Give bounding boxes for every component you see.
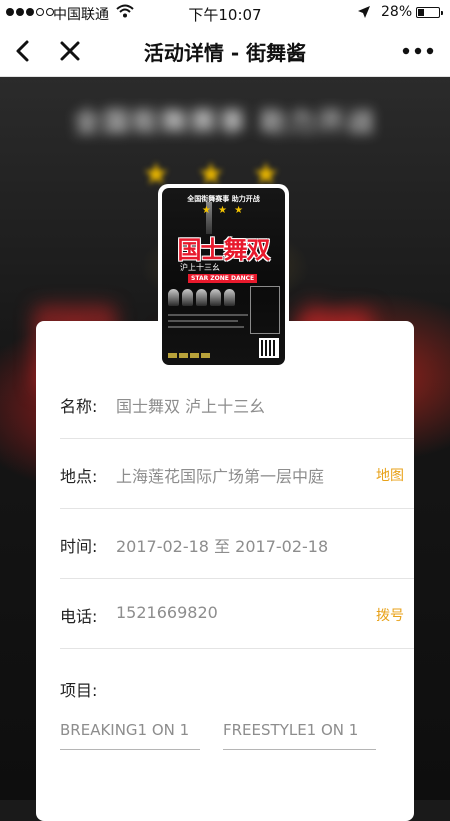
name-label: 名称:: [60, 397, 98, 416]
time-value: 2017-02-18 至 2017-02-18: [116, 537, 329, 556]
poster-subtitle: 沪上十三幺: [180, 263, 220, 272]
map-link[interactable]: 地图: [376, 465, 404, 485]
detail-row-location: 地点: 上海莲花国际广场第一层中庭 地图: [60, 439, 414, 509]
item-tag-breaking[interactable]: BREAKING1 ON 1: [60, 721, 200, 750]
poster-top-text: 全国街舞赛事 助力开战: [187, 195, 260, 203]
time-label: 时间:: [60, 537, 98, 556]
navigation-bar: 活动详情 - 街舞酱: [0, 26, 450, 77]
poster-judges-photos: [168, 289, 235, 306]
chevron-left-icon[interactable]: [8, 36, 38, 66]
close-icon[interactable]: [55, 36, 85, 66]
poster-image: 全国街舞赛事 助力开战 ★ ★ ★ 国士舞双 沪上十三幺 STAR ZONE D…: [162, 188, 285, 365]
blurred-poster-heading: 全国街舞赛事 助力开战: [73, 108, 377, 138]
phone-value: 1521669820: [116, 603, 218, 622]
event-detail-card: 名称: 国士舞双 泸上十三幺 地点: 上海莲花国际广场第一层中庭 地图 时间: …: [36, 321, 414, 821]
event-poster-thumbnail[interactable]: 全国街舞赛事 助力开战 ★ ★ ★ 国士舞双 沪上十三幺 STAR ZONE D…: [158, 184, 289, 369]
battery-percent: 28%: [381, 4, 413, 20]
poster-title: 国士舞双: [177, 235, 271, 264]
location-label: 地点:: [60, 467, 98, 486]
location-value: 上海莲花国际广场第一层中庭: [116, 467, 325, 486]
poster-text-line: [168, 320, 238, 322]
poster-english-title: STAR ZONE DANCE: [188, 274, 258, 283]
location-arrow-icon: [357, 5, 371, 23]
poster-info-box: [250, 286, 280, 334]
qr-code-icon: [259, 338, 279, 358]
item-tag-freestyle[interactable]: FREESTYLE1 ON 1: [223, 721, 376, 750]
detail-row-time: 时间: 2017-02-18 至 2017-02-18: [60, 509, 414, 579]
phone-label: 电话:: [60, 607, 98, 626]
battery-icon: [416, 7, 443, 18]
more-horizontal-icon[interactable]: [398, 38, 438, 64]
poster-sponsor-logos: [168, 353, 210, 358]
detail-row-name: 名称: 国士舞双 泸上十三幺: [60, 369, 414, 439]
status-bar: 中国联通 下午10:07 28%: [0, 0, 450, 26]
poster-text-line: [168, 326, 244, 328]
detail-row-phone: 电话: 1521669820 拨号: [60, 579, 414, 649]
items-label: 项目:: [60, 681, 98, 700]
name-value: 国士舞双 泸上十三幺: [116, 397, 266, 416]
poster-text-line: [168, 314, 248, 316]
dial-link[interactable]: 拨号: [376, 605, 404, 625]
poster-stars-icon: ★ ★ ★: [201, 205, 246, 216]
page-title: 活动详情 - 街舞酱: [143, 41, 307, 65]
